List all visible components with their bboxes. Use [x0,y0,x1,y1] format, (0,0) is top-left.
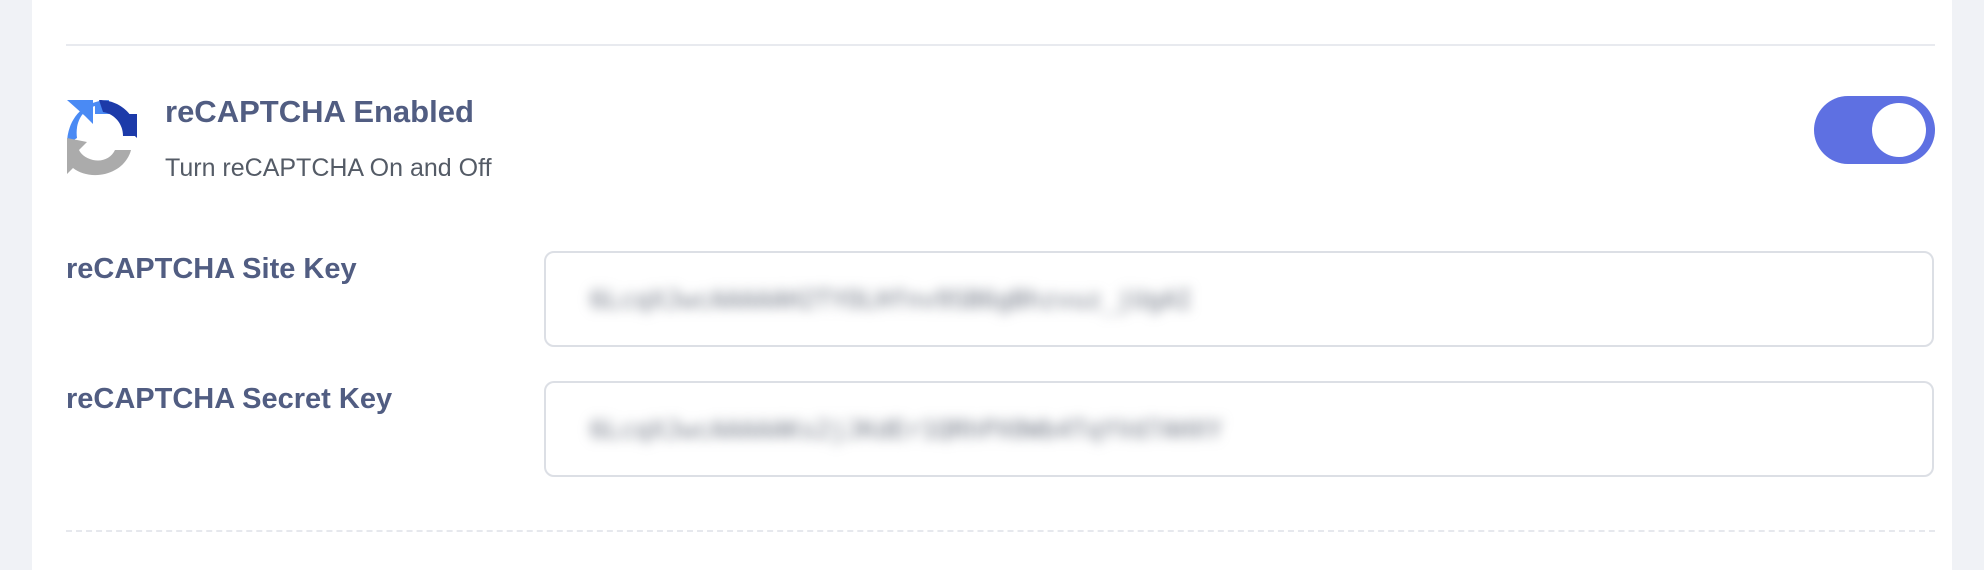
settings-panel: reCAPTCHA Enabled Turn reCAPTCHA On and … [32,0,1952,570]
recaptcha-enabled-title: reCAPTCHA Enabled [165,94,474,129]
site-key-input[interactable] [590,275,1490,323]
section-divider-top [66,44,1935,46]
toggle-knob [1872,103,1926,157]
recaptcha-enabled-description: Turn reCAPTCHA On and Off [165,154,492,182]
secret-key-label: reCAPTCHA Secret Key [66,383,393,415]
section-divider-bottom [66,530,1935,532]
site-key-field[interactable] [544,251,1934,347]
site-key-label: reCAPTCHA Site Key [66,253,357,285]
recaptcha-enabled-toggle[interactable] [1814,96,1935,164]
recaptcha-logo-icon [67,100,137,176]
secret-key-field[interactable] [544,381,1934,477]
secret-key-input[interactable] [590,405,1490,453]
